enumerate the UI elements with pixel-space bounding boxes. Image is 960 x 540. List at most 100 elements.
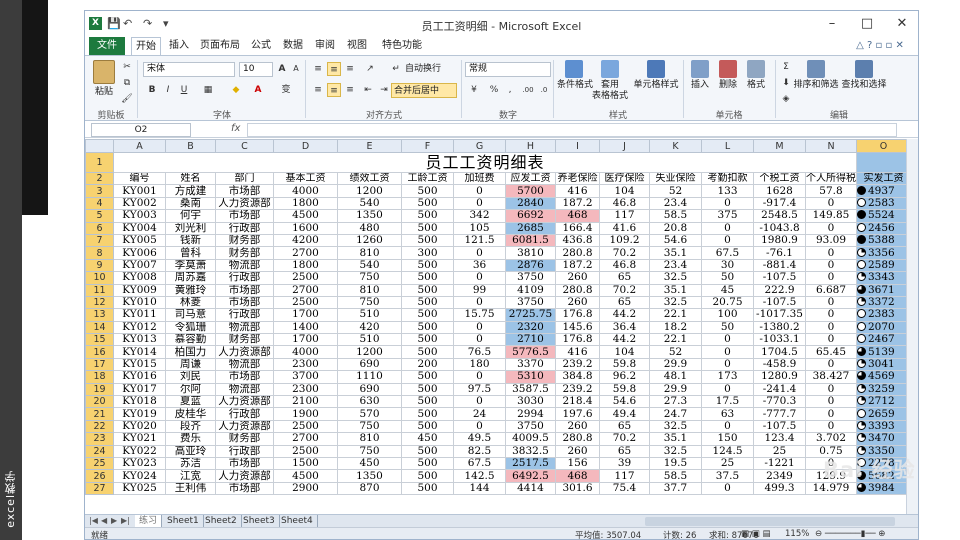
cell-F16[interactable]: 500 — [401, 345, 454, 359]
delete-cells-button[interactable]: 删除 — [713, 80, 743, 91]
cell-E4[interactable]: 540 — [337, 196, 402, 211]
row-header-21[interactable]: 21 — [85, 407, 114, 421]
tab-review[interactable]: 审阅 — [311, 37, 339, 55]
cell-K18[interactable]: 48.1 — [649, 370, 702, 384]
cut-icon[interactable]: ✂ — [120, 60, 134, 74]
row-header-19[interactable]: 19 — [85, 382, 114, 397]
row-header-4[interactable]: 4 — [85, 196, 114, 211]
header-cell[interactable]: 基本工资 — [273, 171, 338, 186]
insert-cells-icon[interactable] — [691, 60, 709, 78]
cell-N11[interactable]: 6.687 — [805, 283, 857, 297]
cell-I27[interactable]: 301.6 — [555, 481, 600, 496]
cell-H6[interactable]: 2685 — [505, 221, 556, 235]
cell-O6[interactable]: 2456 — [856, 221, 911, 235]
cell-F17[interactable]: 200 — [401, 357, 454, 372]
orientation-icon[interactable]: ↗ — [363, 62, 377, 76]
align-bottom-icon[interactable]: ≡ — [343, 62, 357, 76]
cell-A8[interactable]: KY006 — [113, 246, 166, 260]
cell-F4[interactable]: 500 — [401, 196, 454, 211]
cell-H23[interactable]: 4009.5 — [505, 432, 556, 446]
cell-H13[interactable]: 2725.75 — [505, 308, 556, 322]
row-header-26[interactable]: 26 — [85, 469, 114, 483]
align-right-icon[interactable]: ≡ — [343, 83, 357, 97]
cell-J25[interactable]: 39 — [599, 456, 650, 471]
cell-A16[interactable]: KY014 — [113, 345, 166, 359]
next-sheet-icon[interactable]: ▶ — [111, 516, 117, 525]
cell-F10[interactable]: 500 — [401, 271, 454, 285]
cell-F12[interactable]: 500 — [401, 295, 454, 310]
cell-G17[interactable]: 180 — [453, 357, 506, 372]
cell-J8[interactable]: 70.2 — [599, 246, 650, 260]
bold-button[interactable]: B — [145, 83, 159, 97]
row-header-1[interactable]: 1 — [85, 152, 114, 173]
cell-A22[interactable]: KY020 — [113, 419, 166, 434]
cell-M16[interactable]: 1704.5 — [753, 345, 806, 359]
cell-E25[interactable]: 450 — [337, 456, 402, 471]
cell-J7[interactable]: 109.2 — [599, 233, 650, 248]
cell-G10[interactable]: 0 — [453, 271, 506, 285]
cell-F24[interactable]: 500 — [401, 444, 454, 459]
cell-M13[interactable]: -1017.35 — [753, 308, 806, 322]
cell-I8[interactable]: 280.8 — [555, 246, 600, 260]
cell-E14[interactable]: 420 — [337, 320, 402, 335]
cell-E26[interactable]: 1350 — [337, 469, 402, 483]
cell-M14[interactable]: -1380.2 — [753, 320, 806, 335]
phonetic-icon[interactable]: 变 — [279, 83, 293, 97]
cell-J26[interactable]: 117 — [599, 469, 650, 483]
cell-A9[interactable]: KY007 — [113, 258, 166, 273]
cell-C16[interactable]: 人力资源部 — [215, 345, 274, 359]
select-all-corner[interactable] — [85, 139, 114, 153]
last-sheet-icon[interactable]: ▶| — [121, 516, 130, 525]
cell-A15[interactable]: KY013 — [113, 333, 166, 347]
cell-K21[interactable]: 24.7 — [649, 407, 702, 421]
cell-L18[interactable]: 173 — [701, 370, 754, 384]
cell-N20[interactable]: 0 — [805, 395, 857, 409]
cell-H4[interactable]: 2840 — [505, 196, 556, 211]
cell-G26[interactable]: 142.5 — [453, 469, 506, 483]
row-header-12[interactable]: 12 — [85, 295, 114, 310]
row-header-5[interactable]: 5 — [85, 209, 114, 223]
row-header-3[interactable]: 3 — [85, 184, 114, 198]
column-header-B[interactable]: B — [165, 139, 216, 153]
cell-C24[interactable]: 行政部 — [215, 444, 274, 459]
cell-L12[interactable]: 20.75 — [701, 295, 754, 310]
cell-L10[interactable]: 50 — [701, 271, 754, 285]
accounting-icon[interactable]: ¥ — [467, 83, 481, 97]
cell-H19[interactable]: 3587.5 — [505, 382, 556, 397]
wrap-text-icon[interactable]: ↵ — [389, 62, 403, 76]
cell-N22[interactable]: 0 — [805, 419, 857, 434]
cell-D18[interactable]: 3700 — [273, 370, 338, 384]
cell-L24[interactable]: 124.5 — [701, 444, 754, 459]
cell-A11[interactable]: KY009 — [113, 283, 166, 297]
cell-C4[interactable]: 人力资源部 — [215, 196, 274, 211]
align-center-icon[interactable]: ≡ — [327, 83, 341, 97]
cell-A27[interactable]: KY025 — [113, 481, 166, 496]
fill-color-icon[interactable]: ◆ — [229, 83, 243, 97]
cell-D12[interactable]: 2500 — [273, 295, 338, 310]
cell-B13[interactable]: 司马意 — [165, 308, 216, 322]
cell-L8[interactable]: 67.5 — [701, 246, 754, 260]
cell-L20[interactable]: 17.5 — [701, 395, 754, 409]
cell-N16[interactable]: 65.45 — [805, 345, 857, 359]
cell-L16[interactable]: 0 — [701, 345, 754, 359]
cell-O27[interactable]: 3984 — [856, 481, 911, 496]
cell-K13[interactable]: 22.1 — [649, 308, 702, 322]
cell-J14[interactable]: 36.4 — [599, 320, 650, 335]
header-cell[interactable]: 部门 — [215, 171, 274, 186]
cell-A25[interactable]: KY023 — [113, 456, 166, 471]
row-header-2[interactable]: 2 — [85, 171, 114, 186]
cell-N14[interactable]: 0 — [805, 320, 857, 335]
format-painter-icon[interactable]: 🖌 — [120, 92, 134, 106]
cell-N9[interactable]: 0 — [805, 258, 857, 273]
cell-I6[interactable]: 166.4 — [555, 221, 600, 235]
cell-G14[interactable]: 0 — [453, 320, 506, 335]
cell-L22[interactable]: 0 — [701, 419, 754, 434]
cell-M23[interactable]: 123.4 — [753, 432, 806, 446]
cell-B6[interactable]: 刘光利 — [165, 221, 216, 235]
cell-B9[interactable]: 李莫萧 — [165, 258, 216, 273]
sort-filter-icon[interactable] — [807, 60, 825, 78]
clear-icon[interactable]: ◈ — [779, 92, 793, 106]
cell-K16[interactable]: 52 — [649, 345, 702, 359]
align-middle-icon[interactable]: ≡ — [327, 62, 341, 76]
column-header-A[interactable]: A — [113, 139, 166, 153]
